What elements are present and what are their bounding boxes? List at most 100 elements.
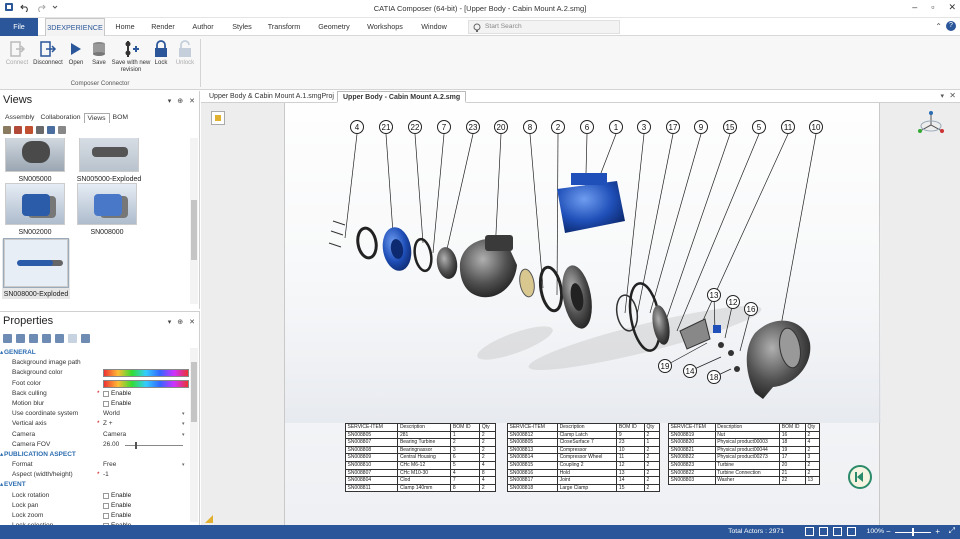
document-tab-active[interactable]: Upper Body - Cabin Mount A.2.smg [337, 91, 467, 103]
view-thumbnail[interactable]: SN008000 [76, 183, 138, 236]
collapse-icon[interactable]: ▴ [0, 480, 3, 490]
edit-icon[interactable] [68, 334, 77, 343]
property-section[interactable]: EVENT ▴ [0, 480, 192, 490]
callout-balloon[interactable]: 2 [551, 120, 565, 134]
panel-pin-icon[interactable]: ⊕ [177, 97, 183, 105]
play-back-button[interactable] [848, 465, 872, 489]
view-thumbnail-selected[interactable]: SN008000-Exploded [2, 238, 70, 299]
property-select[interactable]: Z + [103, 419, 113, 429]
property-value[interactable]: -1 [103, 470, 109, 480]
collapse-icon[interactable]: ▴ [0, 450, 3, 460]
connect-button[interactable]: Connect [3, 40, 31, 67]
property-row[interactable]: Camera FOV 26.00 [0, 440, 192, 450]
property-section[interactable]: PUBLICATION ASPECT ▴ [0, 450, 192, 460]
checkbox[interactable] [103, 492, 109, 499]
views-scrollbar[interactable] [190, 138, 198, 304]
tab-home[interactable]: Home [110, 18, 140, 36]
callout-balloon[interactable]: 7 [437, 120, 451, 134]
save-button[interactable]: Save [86, 40, 112, 67]
property-row[interactable]: Background color [0, 368, 192, 378]
lock-button[interactable]: Lock [148, 40, 174, 67]
dropdown-arrow-icon[interactable]: ▾ [182, 409, 185, 419]
categorized-icon[interactable] [3, 334, 12, 343]
link-icon[interactable] [42, 334, 51, 343]
property-row[interactable]: Back culling * Enable [0, 389, 192, 399]
property-section[interactable]: GENERAL ▴ [0, 348, 192, 358]
collapse-icon[interactable]: ▴ [0, 348, 3, 358]
view-thumbnail[interactable]: SN005000-Exploded [74, 138, 144, 183]
panel-pin-icon[interactable]: ⊕ [177, 318, 183, 326]
fullscreen-icon[interactable]: ⤢ [949, 526, 955, 536]
ribbon-collapse-icon[interactable]: ⌃ [935, 22, 942, 31]
viewport-3d[interactable]: 4 21 22 7 23 20 8 2 6 1 3 17 9 15 5 11 10 13 12 16 19 14 18 SE… [201, 103, 960, 525]
panel-menu-icon[interactable]: ▾ [168, 97, 172, 105]
checkbox[interactable] [103, 513, 109, 519]
panel-menu-icon[interactable]: ▾ [168, 318, 172, 326]
callout-balloon[interactable]: 21 [379, 120, 393, 134]
image-icon[interactable] [55, 334, 64, 343]
properties-options-icon[interactable] [81, 334, 90, 343]
view-options-icon[interactable] [36, 126, 44, 134]
color-picker[interactable] [103, 379, 189, 388]
tab-transform[interactable]: Transform [264, 18, 304, 36]
callout-balloon[interactable]: 17 [666, 120, 680, 134]
view-thumbnail[interactable]: SN002000 [4, 183, 66, 236]
callout-balloon[interactable]: 16 [744, 302, 758, 316]
sort-icon[interactable] [16, 334, 25, 343]
callout-balloon[interactable]: 6 [580, 120, 594, 134]
measure-icon[interactable] [805, 527, 814, 536]
callout-balloon[interactable]: 4 [350, 120, 364, 134]
tab-bom[interactable]: BOM [110, 113, 131, 123]
property-row[interactable]: Background image path [0, 358, 192, 368]
checkbox[interactable] [103, 502, 109, 509]
dropdown-arrow-icon[interactable]: ▾ [182, 430, 185, 440]
close-button[interactable]: ✕ [948, 2, 956, 13]
tab-views[interactable]: Views [83, 113, 110, 123]
callout-balloon[interactable]: 9 [694, 120, 708, 134]
tab-geometry[interactable]: Geometry [312, 18, 356, 36]
callout-balloon[interactable]: 11 [781, 120, 795, 134]
document-tab-project[interactable]: Upper Body & Cabin Mount A.1.smgProj [204, 91, 339, 103]
zoom-slider[interactable]: − + [886, 527, 940, 536]
dropdown-arrow-icon[interactable]: ▾ [182, 460, 185, 470]
disconnect-button[interactable]: Disconnect [31, 40, 65, 67]
panel-close-icon[interactable]: ✕ [189, 318, 195, 326]
property-select[interactable]: World [103, 409, 120, 419]
property-row[interactable]: Motion blur Enable [0, 399, 192, 409]
checkbox[interactable] [103, 390, 109, 397]
callout-balloon[interactable]: 19 [658, 359, 672, 373]
tab-list-icon[interactable]: ▾ [940, 92, 944, 100]
panel-close-icon[interactable]: ✕ [189, 97, 195, 105]
view-camera-icon[interactable] [47, 126, 55, 134]
close-document-icon[interactable]: ✕ [949, 91, 956, 100]
grid-icon[interactable] [833, 527, 842, 536]
color-picker[interactable] [103, 369, 189, 378]
tab-window[interactable]: Window [416, 18, 452, 36]
dropdown-arrow-icon[interactable]: ▾ [182, 419, 185, 429]
save-new-revision-button[interactable]: Save with new revision [110, 40, 152, 73]
minimize-button[interactable]: – [912, 2, 917, 13]
tab-author[interactable]: Author [186, 18, 220, 36]
help-icon[interactable]: ? [946, 21, 956, 31]
property-select[interactable]: Free [103, 460, 116, 470]
callout-balloon[interactable]: 15 [723, 120, 737, 134]
fit-icon[interactable] [847, 527, 856, 536]
refresh-icon[interactable] [29, 334, 38, 343]
fov-slider[interactable] [125, 441, 183, 449]
callout-balloon[interactable]: 20 [494, 120, 508, 134]
property-row[interactable]: Camera Camera ▾ [0, 430, 192, 440]
navigation-compass-icon[interactable] [916, 109, 946, 139]
property-value[interactable]: 26.00 [103, 440, 119, 450]
callout-balloon[interactable]: 3 [637, 120, 651, 134]
callout-balloon[interactable]: 13 [707, 288, 721, 302]
checkbox[interactable] [103, 400, 109, 407]
property-row[interactable]: Use coordinate system World ▾ [0, 409, 192, 419]
callout-balloon[interactable]: 12 [726, 295, 740, 309]
select-icon[interactable] [819, 527, 828, 536]
tab-workshops[interactable]: Workshops [362, 18, 408, 36]
property-row[interactable]: Lock pan Enable [0, 501, 192, 511]
property-row[interactable]: Lock zoom Enable [0, 511, 192, 521]
callout-balloon[interactable]: 23 [466, 120, 480, 134]
callout-balloon[interactable]: 1 [609, 120, 623, 134]
menu-file[interactable]: File [0, 18, 38, 36]
